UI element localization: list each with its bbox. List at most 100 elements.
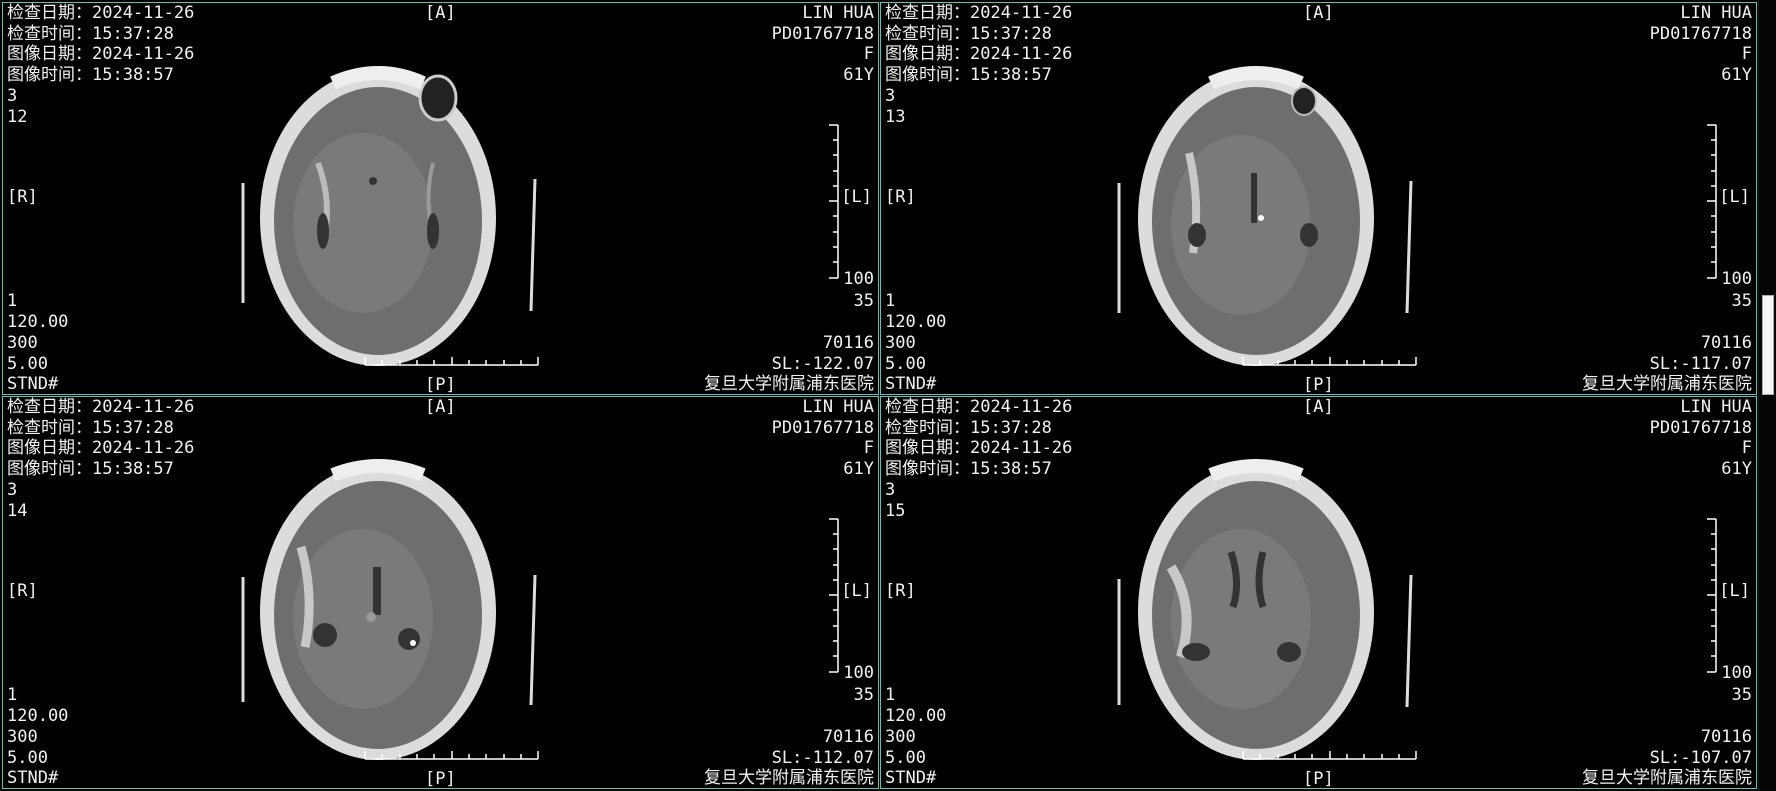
window-zero: 1 <box>885 291 896 312</box>
orientation-posterior: [P] <box>1303 769 1334 789</box>
ma: 300 <box>885 726 916 747</box>
vertical-scrollbar[interactable] <box>1758 0 1776 791</box>
hospital-name: 复旦大学附属浦东医院 <box>1582 768 1752 789</box>
kv: 120.00 <box>7 312 69 333</box>
image-number: 13 <box>885 106 906 127</box>
dose: 70116 <box>1700 332 1752 353</box>
orientation-posterior: [P] <box>425 375 456 395</box>
scale-max: 100 <box>843 269 874 289</box>
kernel: STND# <box>7 374 59 395</box>
ma: 300 <box>7 332 38 353</box>
patient-id: PD01767718 <box>1649 23 1752 44</box>
image-date: 图像日期：2024-11-26 <box>7 44 195 65</box>
info-bottom-right: 35 70116 SL:-117.07 复旦大学附属浦东医院 <box>1582 291 1752 394</box>
info-bottom-right: 35 70116 SL:-107.07 复旦大学附属浦东医院 <box>1582 685 1752 789</box>
exam-time: 检查时间：15:37:28 <box>7 23 174 44</box>
series-number: 3 <box>7 479 18 500</box>
ma: 300 <box>7 726 38 747</box>
image-number: 14 <box>7 500 28 521</box>
scale-max: 100 <box>1721 269 1752 289</box>
image-time: 图像时间：15:38:57 <box>885 459 1052 480</box>
image-time: 图像时间：15:38:57 <box>7 459 174 480</box>
series-number: 3 <box>7 85 18 106</box>
patient-age: 61Y <box>1721 459 1752 480</box>
info-bottom-right: 35 70116 SL:-122.07 复旦大学附属浦东医院 <box>704 291 874 395</box>
thickness: 5.00 <box>885 747 926 768</box>
patient-id: PD01767718 <box>1649 417 1752 438</box>
orientation-anterior: [A] <box>425 397 456 417</box>
orientation-posterior: [P] <box>425 769 456 789</box>
image-time: 图像时间：15:38:57 <box>7 65 174 86</box>
kernel: STND# <box>885 374 937 395</box>
window-level: 35 <box>853 685 874 706</box>
kernel: STND# <box>7 768 59 789</box>
orientation-left: [L] <box>841 187 872 207</box>
orientation-right: [R] <box>7 581 38 601</box>
viewport-1[interactable]: 检查日期：2024-11-26 检查时间：15:37:28 图像日期：2024-11… <box>2 2 879 395</box>
kv: 120.00 <box>885 312 947 333</box>
thickness: 5.00 <box>7 353 48 374</box>
window-zero: 1 <box>7 685 18 706</box>
patient-id: PD01767718 <box>771 23 874 44</box>
patient-info-top-right: LIN HUA PD01767718 F 61Y <box>772 397 874 480</box>
patient-info-top-right: LIN HUA PD01767718 F 61Y <box>1650 3 1752 86</box>
slice-location: SL:-112.07 <box>771 747 874 768</box>
patient-name: LIN HUA <box>802 3 874 23</box>
hospital-name: 复旦大学附属浦东医院 <box>704 374 874 395</box>
patient-sex: F <box>863 44 874 65</box>
orientation-right: [R] <box>885 187 916 207</box>
exam-date: 检查日期：2024-11-26 <box>7 3 195 23</box>
viewport-2[interactable]: 检查日期：2024-11-26 检查时间：15:37:28 图像日期：2024-11… <box>880 2 1757 395</box>
patient-name: LIN HUA <box>1680 3 1752 23</box>
exam-date: 检查日期：2024-11-26 <box>885 397 1073 417</box>
exam-time: 检查时间：15:37:28 <box>7 417 174 438</box>
window-zero: 1 <box>7 291 18 312</box>
thickness: 5.00 <box>7 747 48 768</box>
patient-sex: F <box>863 438 874 459</box>
exam-date: 检查日期：2024-11-26 <box>885 3 1073 23</box>
scrollbar-thumb[interactable] <box>1762 295 1774 395</box>
image-number: 12 <box>7 106 28 127</box>
patient-info-top-right: LIN HUA PD01767718 F 61Y <box>772 3 874 86</box>
acquisition-info-bottom-left: 1 120.00 300 5.00 STND# <box>885 291 947 395</box>
exam-time: 检查时间：15:37:28 <box>885 417 1052 438</box>
exam-info-top-left: 检查日期：2024-11-26 检查时间：15:37:28 图像日期：2024-11… <box>885 3 1072 127</box>
exam-time: 检查时间：15:37:28 <box>885 23 1052 44</box>
orientation-right: [R] <box>885 581 916 601</box>
dose: 70116 <box>1700 726 1752 747</box>
patient-name: LIN HUA <box>802 397 874 417</box>
patient-info-top-right: LIN HUA PD01767718 F 61Y <box>1650 397 1752 480</box>
orientation-left: [L] <box>1719 581 1750 601</box>
slice-location: SL:-117.07 <box>1649 353 1752 374</box>
image-number: 15 <box>885 500 906 521</box>
exam-info-top-left: 检查日期：2024-11-26 检查时间：15:37:28 图像日期：2024-11… <box>7 3 194 127</box>
dose: 70116 <box>822 332 874 353</box>
kv: 120.00 <box>885 706 947 727</box>
patient-age: 61Y <box>1721 65 1752 86</box>
series-number: 3 <box>885 479 896 500</box>
orientation-right: [R] <box>7 187 38 207</box>
window-level: 35 <box>1731 291 1752 312</box>
viewport-3[interactable]: 检查日期：2024-11-26 检查时间：15:37:28 图像日期：2024-11… <box>2 396 879 789</box>
image-date: 图像日期：2024-11-26 <box>7 438 195 459</box>
exam-date: 检查日期：2024-11-26 <box>7 397 195 417</box>
scale-max: 100 <box>843 663 874 683</box>
image-date: 图像日期：2024-11-26 <box>885 438 1073 459</box>
kv: 120.00 <box>7 706 69 727</box>
exam-info-top-left: 检查日期：2024-11-26 检查时间：15:37:28 图像日期：2024-11… <box>7 397 194 521</box>
patient-id: PD01767718 <box>771 417 874 438</box>
orientation-anterior: [A] <box>1303 3 1334 23</box>
image-date: 图像日期：2024-11-26 <box>885 44 1073 65</box>
viewport-4[interactable]: 检查日期：2024-11-26 检查时间：15:37:28 图像日期：2024-11… <box>880 396 1757 789</box>
kernel: STND# <box>885 768 937 789</box>
slice-location: SL:-107.07 <box>1649 747 1752 768</box>
ma: 300 <box>885 332 916 353</box>
exam-info-top-left: 检查日期：2024-11-26 检查时间：15:37:28 图像日期：2024-11… <box>885 397 1072 521</box>
image-time: 图像时间：15:38:57 <box>885 65 1052 86</box>
acquisition-info-bottom-left: 1 120.00 300 5.00 STND# <box>885 685 947 789</box>
orientation-left: [L] <box>1719 187 1750 207</box>
window-level: 35 <box>1731 685 1752 706</box>
scale-max: 100 <box>1721 663 1752 683</box>
dose: 70116 <box>822 726 874 747</box>
thickness: 5.00 <box>885 353 926 374</box>
